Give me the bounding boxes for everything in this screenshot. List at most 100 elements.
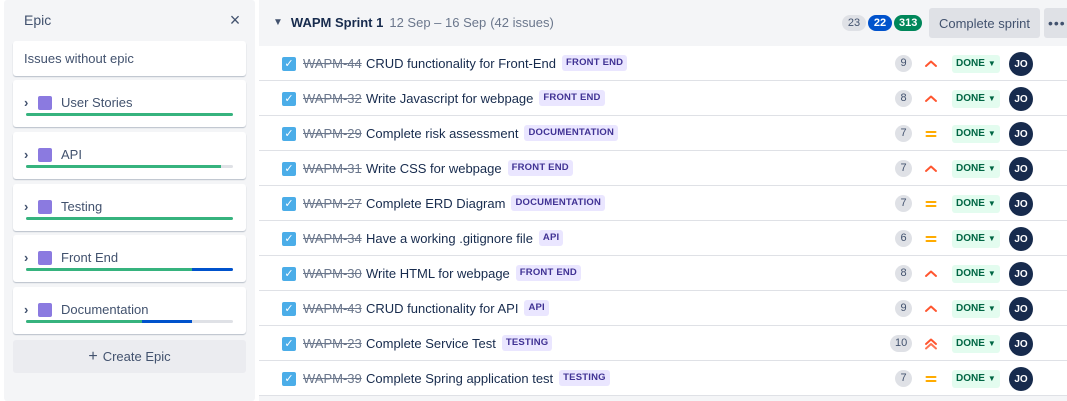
issue-row[interactable]: ✓ WAPM-31 Write CSS for webpage FRONT END 7 D… — [259, 151, 1067, 186]
issue-key[interactable]: WAPM-31 — [303, 161, 362, 176]
complete-sprint-button[interactable]: Complete sprint — [929, 8, 1040, 38]
epic-lozenge[interactable]: FRONT END — [539, 90, 605, 106]
issue-key[interactable]: WAPM-27 — [303, 196, 362, 211]
epic-lozenge[interactable]: DOCUMENTATION — [524, 125, 619, 141]
epic-lozenge[interactable]: FRONT END — [562, 55, 628, 71]
issue-summary-group: Complete ERD Diagram DOCUMENTATION — [366, 195, 606, 211]
chevron-right-icon[interactable]: › — [24, 147, 38, 162]
chevron-right-icon[interactable]: › — [24, 199, 38, 214]
issue-key[interactable]: WAPM-34 — [303, 231, 362, 246]
priority-high-icon — [923, 161, 939, 177]
status-dropdown[interactable]: DONE ▼ — [952, 90, 1000, 108]
story-type-icon: ✓ — [282, 92, 296, 106]
issue-row[interactable]: ✓ WAPM-43 CRUD functionality for API API 9 DO… — [259, 291, 1067, 326]
status-dropdown[interactable]: DONE ▼ — [952, 265, 1000, 283]
epic-card[interactable]: › Documentation — [13, 287, 246, 334]
badge-done-points: 313 — [894, 15, 923, 31]
status-dropdown[interactable]: DONE ▼ — [952, 55, 1000, 73]
story-points-badge: 7 — [895, 370, 912, 387]
assignee-avatar[interactable]: JO — [1009, 157, 1033, 181]
epic-lozenge[interactable]: API — [524, 300, 549, 316]
assignee-avatar[interactable]: JO — [1009, 192, 1033, 216]
status-dropdown[interactable]: DONE ▼ — [952, 300, 1000, 318]
chevron-down-icon: ▼ — [987, 304, 996, 313]
chevron-down-icon: ▼ — [987, 339, 996, 348]
chevron-down-icon: ▼ — [987, 374, 996, 383]
more-actions-button[interactable]: ••• — [1044, 8, 1067, 38]
status-dropdown[interactable]: DONE ▼ — [952, 160, 1000, 178]
chevron-right-icon[interactable]: › — [24, 250, 38, 265]
assignee-avatar[interactable]: JO — [1009, 367, 1033, 391]
story-type-icon: ✓ — [282, 57, 296, 71]
issue-summary: Write HTML for webpage — [366, 265, 510, 281]
create-epic-button[interactable]: + Create Epic — [13, 340, 246, 373]
status-dropdown[interactable]: DONE ▼ — [952, 335, 1000, 353]
epic-lozenge[interactable]: FRONT END — [507, 160, 573, 176]
progress-done — [26, 113, 233, 116]
issue-row[interactable]: ✓ WAPM-39 Complete Spring application test… — [259, 361, 1067, 396]
progress-done — [26, 320, 142, 323]
issue-row[interactable]: ✓ WAPM-23 Complete Service Test TESTING 10 DO… — [259, 326, 1067, 361]
assignee-avatar[interactable]: JO — [1009, 297, 1033, 321]
issue-key[interactable]: WAPM-30 — [303, 266, 362, 281]
status-dropdown[interactable]: DONE ▼ — [952, 370, 1000, 388]
epic-card[interactable]: › API — [13, 132, 246, 179]
issue-row[interactable]: ✓ WAPM-29 Complete risk assessment DOCUMENT… — [259, 116, 1067, 151]
chevron-down-icon[interactable]: ▼ — [273, 17, 283, 28]
epic-lozenge[interactable]: TESTING — [501, 335, 553, 351]
issue-summary-group: Have a working .gitignore file API — [366, 230, 564, 246]
epic-panel: Epic × Issues without epic › User Stories… — [4, 0, 255, 401]
issue-row[interactable]: ✓ WAPM-34 Have a working .gitignore file AP… — [259, 221, 1067, 256]
epic-lozenge[interactable]: API — [538, 230, 564, 246]
issue-key[interactable]: WAPM-43 — [303, 301, 362, 316]
priority-high-icon — [923, 91, 939, 107]
issue-row[interactable]: ✓ WAPM-44 CRUD functionality for Front-End… — [259, 46, 1067, 81]
story-points-badge: 9 — [895, 300, 912, 317]
story-points-badge: 7 — [895, 195, 912, 212]
assignee-avatar[interactable]: JO — [1009, 262, 1033, 286]
assignee-avatar[interactable]: JO — [1009, 122, 1033, 146]
assignee-avatar[interactable]: JO — [1009, 332, 1033, 356]
issue-row[interactable]: ✓ WAPM-27 Complete ERD Diagram DOCUMENTATIO… — [259, 186, 1067, 221]
assignee-avatar[interactable]: JO — [1009, 227, 1033, 251]
epic-name: Documentation — [61, 302, 149, 317]
status-label: DONE — [956, 198, 985, 209]
story-type-icon: ✓ — [282, 127, 296, 141]
epic-lozenge[interactable]: FRONT END — [515, 265, 581, 281]
priority-medium-icon — [923, 231, 939, 247]
status-label: DONE — [956, 233, 985, 244]
epic-card[interactable]: › Testing — [13, 184, 246, 231]
issue-key[interactable]: WAPM-29 — [303, 126, 362, 141]
epic-card[interactable]: › User Stories — [13, 80, 246, 127]
epic-progress-bar — [26, 320, 233, 323]
issue-summary: Complete risk assessment — [366, 125, 519, 141]
badge-todo-points: 23 — [842, 15, 866, 31]
epic-lozenge[interactable]: DOCUMENTATION — [511, 195, 606, 211]
chevron-down-icon: ▼ — [987, 199, 996, 208]
progress-in-progress — [191, 268, 233, 271]
epic-color-swatch — [38, 199, 52, 214]
epic-lozenge[interactable]: TESTING — [559, 370, 610, 386]
status-label: DONE — [956, 303, 985, 314]
issue-summary-group: Complete risk assessment DOCUMENTATION — [366, 125, 619, 141]
issue-key[interactable]: WAPM-39 — [303, 371, 362, 386]
assignee-avatar[interactable]: JO — [1009, 52, 1033, 76]
issue-row[interactable]: ✓ WAPM-32 Write Javascript for webpage FRON… — [259, 81, 1067, 116]
status-dropdown[interactable]: DONE ▼ — [952, 230, 1000, 248]
assignee-avatar[interactable]: JO — [1009, 87, 1033, 111]
status-label: DONE — [956, 93, 985, 104]
issues-without-epic[interactable]: Issues without epic — [13, 41, 246, 76]
epic-card[interactable]: › Front End — [13, 235, 246, 282]
issue-summary: Have a working .gitignore file — [366, 230, 533, 246]
chevron-right-icon[interactable]: › — [24, 302, 38, 317]
chevron-right-icon[interactable]: › — [24, 95, 38, 110]
issue-key[interactable]: WAPM-44 — [303, 56, 362, 71]
status-dropdown[interactable]: DONE ▼ — [952, 195, 1000, 213]
story-type-icon: ✓ — [282, 372, 296, 386]
close-icon[interactable]: × — [225, 11, 245, 29]
status-dropdown[interactable]: DONE ▼ — [952, 125, 1000, 143]
issue-row[interactable]: ✓ WAPM-30 Write HTML for webpage FRONT END 8… — [259, 256, 1067, 291]
issue-key[interactable]: WAPM-23 — [303, 336, 362, 351]
issue-key[interactable]: WAPM-32 — [303, 91, 362, 106]
issue-summary: CRUD functionality for API — [366, 300, 519, 316]
